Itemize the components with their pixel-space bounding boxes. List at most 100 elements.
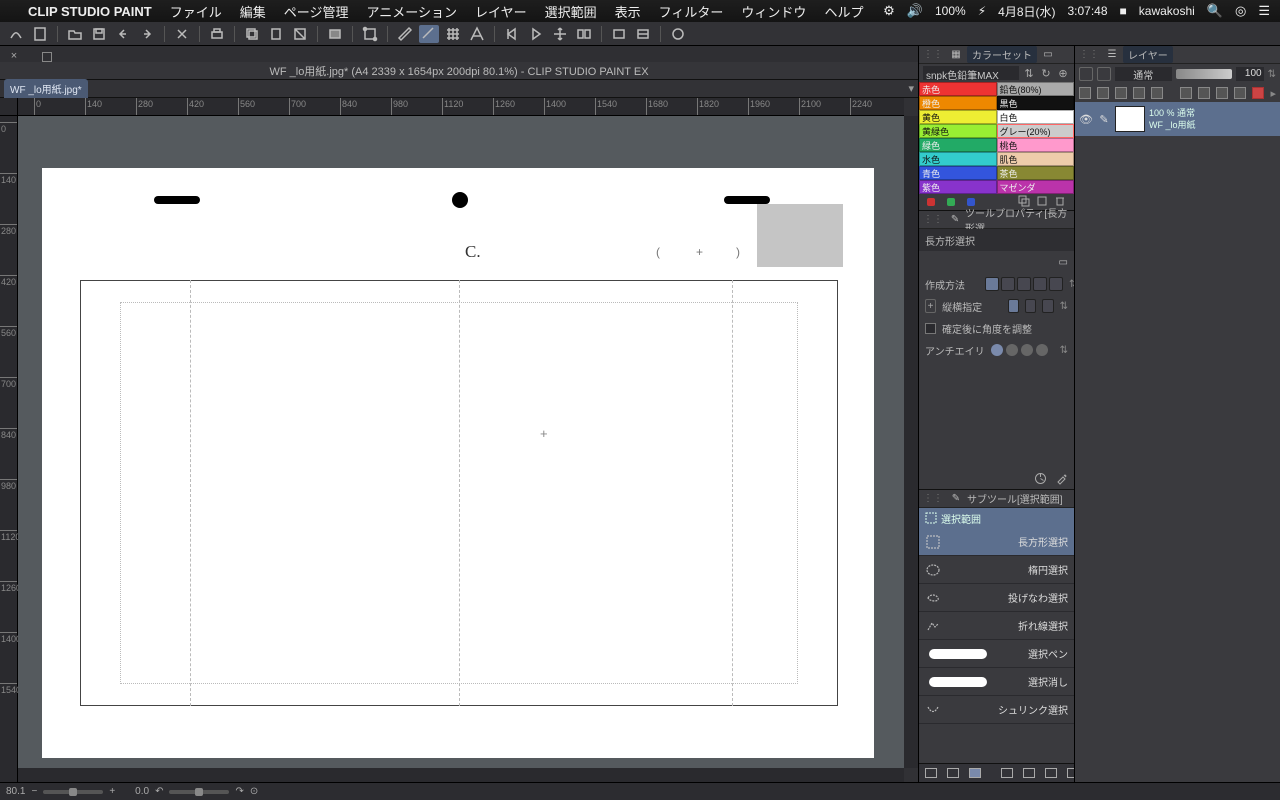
ratio-c-icon[interactable] [1042, 299, 1053, 313]
toolbar-undo-icon[interactable] [113, 25, 133, 43]
menu-view[interactable]: 表示 [615, 2, 641, 21]
siri-icon[interactable]: ◎ [1235, 3, 1246, 19]
toolbar-anim-a-icon[interactable] [574, 25, 594, 43]
toolprop-ratio-expand-icon[interactable]: + [925, 299, 936, 313]
aa-mid-icon[interactable] [1021, 344, 1033, 356]
method-sub-icon[interactable] [1017, 277, 1031, 291]
rotate-value[interactable]: 0.0 [135, 786, 149, 797]
scrollbar-vertical[interactable] [904, 116, 918, 768]
stfoot-icon-3[interactable] [969, 767, 981, 779]
panel-grip-icon[interactable]: ⋮⋮ [923, 49, 943, 60]
layers-panel-header[interactable]: ⋮⋮ ☰ レイヤー [1075, 46, 1280, 64]
menubar-time[interactable]: 3:07:48 [1067, 4, 1107, 18]
colorset-panel-title[interactable]: カラーセット [967, 46, 1037, 63]
toolprop-wrench2-icon[interactable] [1055, 472, 1068, 488]
color-swatch[interactable]: 緑色 [919, 138, 997, 152]
document-tab[interactable]: WF _lo用紙.jpg* [4, 79, 88, 98]
toolprop-wrench-icon[interactable]: ▭ [1059, 257, 1068, 268]
layer-thumbnail[interactable] [1115, 106, 1145, 132]
subtool-panel-header[interactable]: ⋮⋮ ✎ サブツール[選択範囲] [919, 490, 1074, 508]
stfoot-icon-1[interactable] [925, 767, 937, 779]
colorset-name[interactable]: snpk色鉛筆MAX [923, 66, 1019, 80]
zoom-slider[interactable] [43, 790, 103, 794]
subtool-item[interactable]: 選択消し [919, 668, 1074, 696]
canvas[interactable]: C. ( + ) + [18, 116, 904, 768]
menubar-user[interactable]: kawakoshi [1139, 4, 1195, 18]
aa-weak-icon[interactable] [1006, 344, 1018, 356]
method-mul-icon[interactable] [1033, 277, 1047, 291]
menu-window[interactable]: ウィンドウ [741, 2, 806, 21]
toolprop-ratio-spinner[interactable]: ⇅ [1060, 301, 1068, 312]
color-swatch[interactable]: 肌色 [997, 152, 1075, 166]
toolprop-reset-icon[interactable] [1034, 472, 1047, 488]
toolbar-snap-icon[interactable] [419, 25, 439, 43]
menu-file[interactable]: ファイル [170, 2, 222, 21]
color-swatch[interactable]: グレー(20%) [997, 124, 1075, 138]
toolbar-clear-icon[interactable] [290, 25, 310, 43]
color-swatch[interactable]: 橙色 [919, 96, 997, 110]
toolbar-grid-icon[interactable] [443, 25, 463, 43]
toolbar-copy-icon[interactable] [242, 25, 262, 43]
toolbar-anim-c-icon[interactable] [633, 25, 653, 43]
panel-grip-icon[interactable]: ⋮⋮ [1079, 49, 1099, 60]
subtool-item[interactable]: 選択ペン [919, 640, 1074, 668]
window-maximize-icon[interactable] [42, 52, 52, 62]
color-swatch[interactable]: 青色 [919, 166, 997, 180]
toolbar-redo-icon[interactable] [137, 25, 157, 43]
color-swatch[interactable]: マゼンダ [997, 180, 1075, 194]
subtool-item[interactable]: シュリンク選択 [919, 696, 1074, 724]
app-name-menu[interactable]: CLIP STUDIO PAINT [28, 4, 152, 19]
notification-center-icon[interactable]: ☰ [1258, 3, 1270, 19]
rotate-cw-icon[interactable]: ↷ [235, 786, 243, 797]
colorset-panel-header[interactable]: ⋮⋮ ▦ カラーセット ▭ [919, 46, 1074, 64]
subtool-item[interactable]: 楕円選択 [919, 556, 1074, 584]
mask-enable-icon[interactable] [1180, 87, 1192, 99]
quickcolor-2[interactable] [947, 198, 955, 206]
toolbar-anim-b-icon[interactable] [609, 25, 629, 43]
tabs-dropdown-icon[interactable]: ▾ [904, 82, 918, 95]
ruler-horizontal[interactable]: 0140280420560700840980112012601400154016… [18, 98, 904, 116]
layers-panel-title[interactable]: レイヤー [1123, 46, 1173, 63]
zoom-in-icon[interactable]: + [109, 786, 115, 797]
subtool-item[interactable]: 折れ線選択 [919, 612, 1074, 640]
window-close-icon[interactable]: × [8, 50, 20, 62]
toolbar-play-prev-icon[interactable] [502, 25, 522, 43]
rotate-reset-icon[interactable]: ⊙ [250, 786, 258, 797]
color-swatch[interactable]: 水色 [919, 152, 997, 166]
colorset-updown-icon[interactable]: ⇅ [1022, 66, 1036, 80]
menu-page[interactable]: ページ管理 [284, 2, 349, 21]
ruler-visible-icon[interactable] [1234, 87, 1246, 99]
color-swatch[interactable]: 白色 [997, 110, 1075, 124]
quickcolor-1[interactable] [927, 198, 935, 206]
menu-help[interactable]: ヘルプ [824, 2, 863, 21]
opacity-slider[interactable] [1176, 69, 1232, 79]
ratio-b-icon[interactable] [1025, 299, 1036, 313]
draft-layer-icon[interactable] [1133, 87, 1145, 99]
mask-preview-icon[interactable] [1198, 87, 1210, 99]
toolbar-save-icon[interactable] [89, 25, 109, 43]
stfoot-icon-6[interactable] [1045, 767, 1057, 779]
menu-layer[interactable]: レイヤー [475, 2, 527, 21]
toolbar-app-icon[interactable] [6, 25, 26, 43]
layer-color-icon[interactable] [1252, 87, 1264, 99]
stfoot-icon-2[interactable] [947, 767, 959, 779]
method-xor-icon[interactable] [1049, 277, 1063, 291]
color-swatch[interactable]: 赤色 [919, 82, 997, 96]
panel-grip-icon[interactable]: ⋮⋮ [923, 214, 943, 225]
menu-animation[interactable]: アニメーション [367, 2, 457, 21]
toolbar-perspective-icon[interactable] [467, 25, 487, 43]
blend-mode-dropdown[interactable]: 通常 [1115, 67, 1172, 81]
toolbar-move-icon[interactable] [550, 25, 570, 43]
toolbar-play-icon[interactable] [526, 25, 546, 43]
wifi-icon[interactable]: ⚙︎ [883, 3, 895, 19]
color-swatch[interactable]: 黒色 [997, 96, 1075, 110]
color-swatch[interactable]: 黄緑色 [919, 124, 997, 138]
toolbar-support-icon[interactable] [668, 25, 688, 43]
colorset-add-icon[interactable]: ⊕ [1056, 66, 1070, 80]
ratio-a-icon[interactable] [1008, 299, 1019, 313]
toolbar-new-icon[interactable] [30, 25, 50, 43]
toolprop-angle-checkbox[interactable] [925, 323, 936, 334]
layer-visibility-icon[interactable]: 👁 [1079, 113, 1093, 126]
layer-item[interactable]: 👁 ✎ 100 % 通常 WF _lo用紙 [1075, 102, 1280, 136]
color-swatch[interactable]: 紫色 [919, 180, 997, 194]
